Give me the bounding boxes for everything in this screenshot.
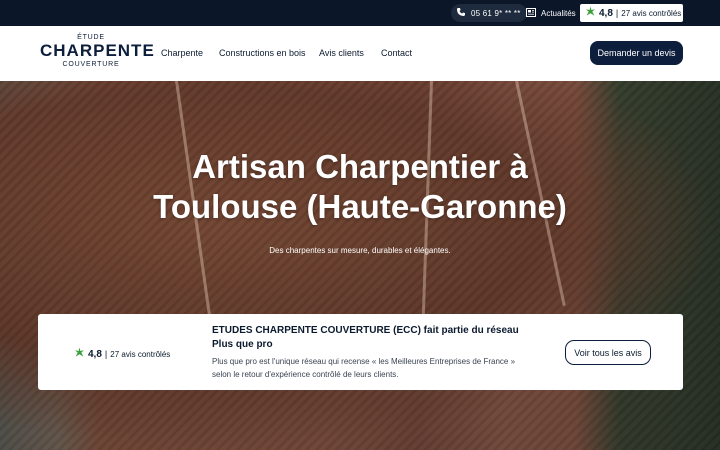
newspaper-icon: [526, 4, 536, 22]
site-header: ÉTUDE CHARPENTE COUVERTURE Charpente Con…: [0, 26, 720, 81]
news-label: Actualités: [541, 8, 576, 18]
plus-que-pro-star-icon: [74, 345, 85, 363]
rating-count: 27 avis contrôlés: [621, 8, 682, 18]
rating-score: 4,8: [599, 7, 613, 19]
phone-button[interactable]: 05 61 9* ** **: [451, 4, 527, 22]
plus-que-pro-star-icon: [585, 4, 596, 22]
card-rating-separator: |: [104, 349, 108, 359]
request-quote-button[interactable]: Demander un devis: [590, 41, 683, 65]
see-all-reviews-button[interactable]: Voir tous les avis: [565, 340, 651, 365]
card-description: Plus que pro est l'unique réseau qui rec…: [212, 357, 516, 379]
nav-item-contact[interactable]: Contact: [381, 48, 412, 58]
card-rating-badge: 4,8 | 27 avis contrôlés: [74, 345, 170, 363]
card-title: ETUDES CHARPENTE COUVERTURE (ECC) fait p…: [212, 325, 519, 350]
card-rating-score: 4,8: [88, 348, 102, 360]
nav-item-constructions[interactable]: Constructions en bois: [219, 48, 306, 58]
rating-badge[interactable]: 4,8 | 27 avis contrôlés: [580, 4, 683, 22]
card-rating-count: 27 avis contrôlés: [110, 349, 171, 359]
nav-item-avis[interactable]: Avis clients: [319, 48, 364, 58]
logo-line-3: COUVERTURE: [62, 61, 120, 68]
hero-subtitle: Des charpentes sur mesure, durables et é…: [269, 246, 451, 255]
hero-title: Artisan Charpentier à Toulouse (Haute-Ga…: [0, 147, 720, 227]
phone-icon: [456, 4, 466, 22]
rating-separator: |: [615, 8, 619, 18]
nav-item-charpente[interactable]: Charpente: [161, 48, 203, 58]
hero-section: Artisan Charpentier à Toulouse (Haute-Ga…: [0, 81, 720, 450]
hero-title-line-1: Artisan Charpentier à: [192, 148, 528, 185]
review-network-card: 4,8 | 27 avis contrôlés ETUDES CHARPENTE…: [38, 314, 683, 390]
company-logo[interactable]: ÉTUDE CHARPENTE COUVERTURE: [40, 34, 155, 74]
hero-title-line-2: Toulouse (Haute-Garonne): [153, 188, 567, 225]
top-utility-bar: 05 61 9* ** ** Actualités 4,8 | 27 avis …: [0, 0, 720, 26]
logo-line-2: CHARPENTE: [40, 41, 155, 60]
phone-number: 05 61 9* ** **: [471, 8, 521, 18]
news-link[interactable]: Actualités: [526, 4, 576, 22]
